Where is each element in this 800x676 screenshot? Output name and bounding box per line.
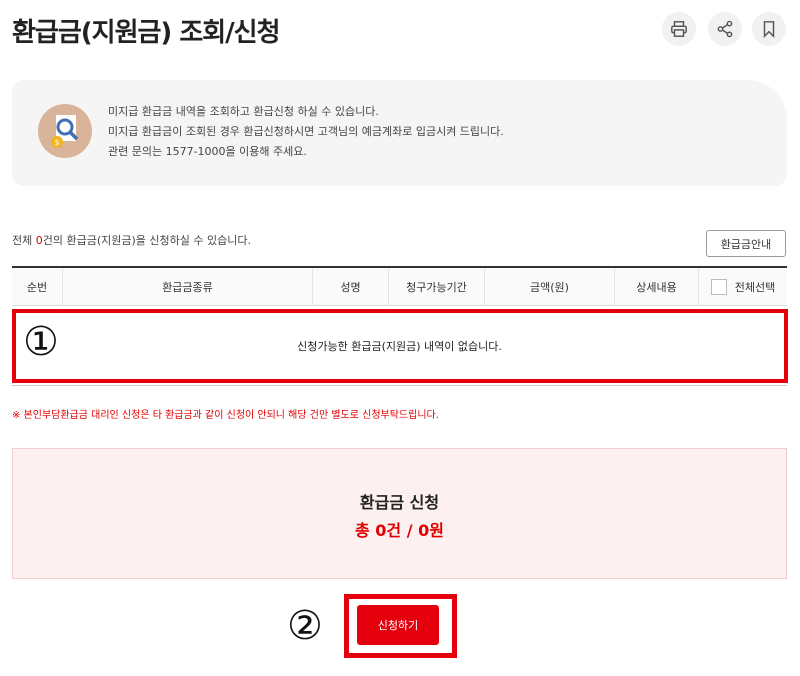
page-title: 환급금(지원금) 조회/신청: [12, 18, 281, 48]
share-button[interactable]: [708, 12, 742, 46]
select-all-checkbox[interactable]: [710, 279, 727, 295]
highlight-box-1: [12, 309, 788, 383]
search-money-icon: $: [38, 104, 92, 158]
svg-text:$: $: [54, 138, 59, 147]
info-line: 관련 문의는 1577-1000을 이용해 주세요.: [108, 145, 307, 158]
info-box: $ 미지급 환급금 내역을 조회하고 환급신청 하실 수 있습니다. 미지급 환…: [12, 80, 787, 186]
print-button[interactable]: [662, 12, 696, 46]
annotation-marker-2: ②: [287, 603, 323, 649]
apply-summary: 환급금 신청 총 0건 / 0원: [12, 448, 787, 579]
apply-button[interactable]: 신청하기: [357, 605, 439, 645]
bookmark-icon: [763, 21, 775, 38]
refund-count-number: 0: [35, 234, 43, 247]
info-line: 미지급 환급금 내역을 조회하고 환급신청 하실 수 있습니다.: [108, 105, 379, 118]
annotation-marker-1: ①: [23, 319, 59, 365]
apply-title: 환급금 신청: [359, 493, 440, 512]
printer-icon: [671, 21, 687, 37]
bookmark-button[interactable]: [752, 12, 786, 46]
column-header: 환급금종류: [63, 268, 313, 306]
column-header: 성명: [313, 268, 389, 306]
notice-text: ※ 본인부담환급금 대리인 신청은 타 환급금과 같이 신청이 안되니 해당 건…: [12, 410, 439, 421]
refund-count-text: 전체 0건의 환급금(지원금)을 신청하실 수 있습니다.: [12, 234, 251, 247]
column-header: 순번: [12, 268, 63, 306]
info-line: 미지급 환급금이 조회된 경우 환급신청하시면 고객님의 예금계좌로 입금시켜 …: [108, 125, 504, 138]
column-header: 상세내용: [615, 268, 699, 306]
column-header: 청구가능기간: [389, 268, 485, 306]
column-header: 금액(원): [485, 268, 615, 306]
share-icon: [717, 20, 733, 38]
apply-total: 총 0건 / 0원: [355, 521, 444, 540]
select-all[interactable]: 전체선택: [699, 268, 787, 306]
info-text: 미지급 환급금 내역을 조회하고 환급신청 하실 수 있습니다. 미지급 환급금…: [108, 102, 504, 162]
refund-guide-button[interactable]: 환급금안내: [706, 230, 786, 257]
table-header: 순번 환급금종류 성명 청구가능기간 금액(원) 상세내용 전체선택: [12, 266, 787, 306]
